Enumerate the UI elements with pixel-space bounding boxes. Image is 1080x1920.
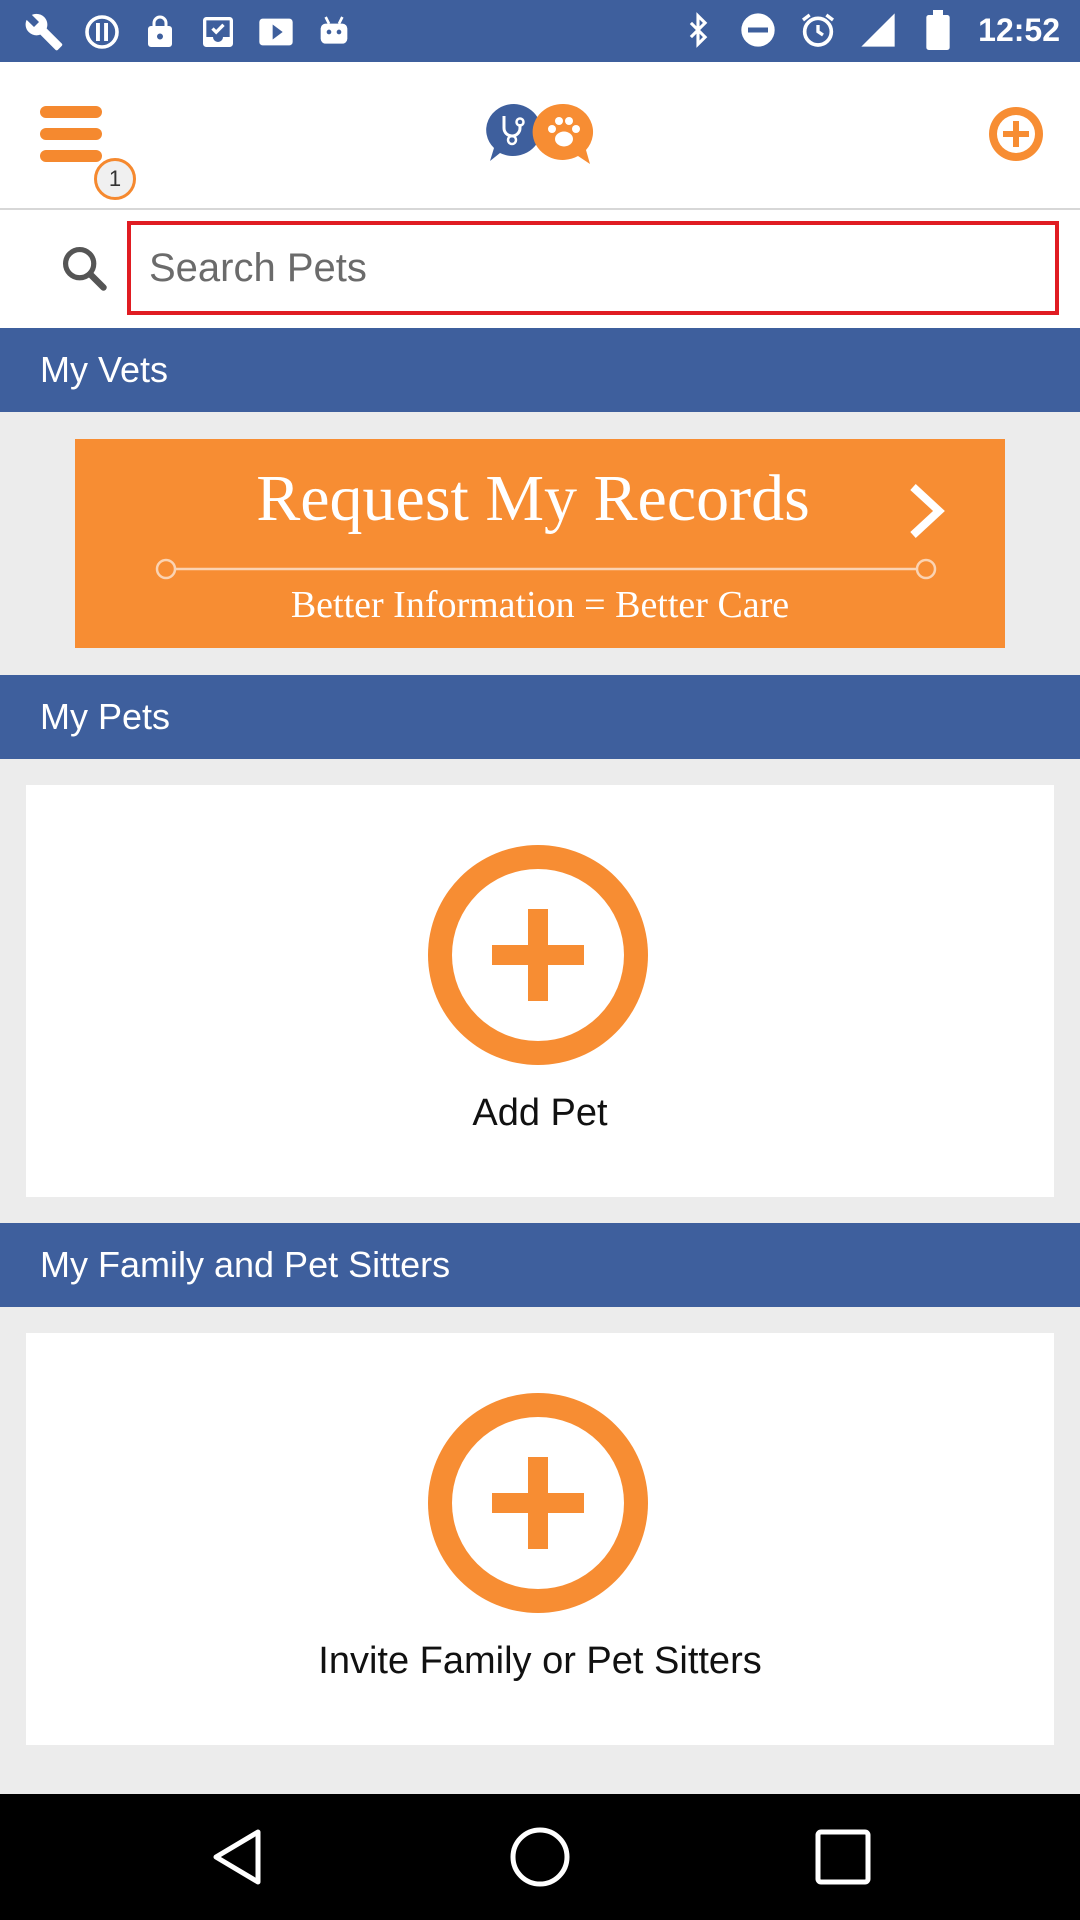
banner-title: Request My Records (256, 462, 810, 535)
system-nav-bar (0, 1794, 1080, 1920)
request-records-banner[interactable]: Request My Records Better Information = … (75, 439, 1005, 648)
chevron-right-icon (905, 481, 949, 541)
menu-bar (40, 106, 102, 118)
do-not-disturb-icon (738, 10, 778, 50)
plus-circle-icon (989, 107, 1043, 161)
add-pet-label: Add Pet (472, 1092, 608, 1134)
invite-family-card[interactable]: Invite Family or Pet Sitters (26, 1333, 1054, 1745)
notification-badge: 1 (94, 158, 136, 200)
wrench-icon (24, 12, 64, 52)
play-icon (256, 12, 296, 52)
menu-bar (40, 150, 102, 162)
status-right-icons: 12:52 (678, 10, 1060, 50)
status-time: 12:52 (978, 11, 1060, 48)
lock-icon (140, 12, 180, 52)
status-left-icons (24, 12, 354, 52)
section-header-my-pets: My Pets (0, 675, 1080, 759)
search-input[interactable] (127, 221, 1059, 315)
back-icon[interactable] (206, 1824, 272, 1890)
add-top-button[interactable] (986, 104, 1046, 164)
search-row (0, 210, 1080, 328)
section-header-my-vets: My Vets (0, 328, 1080, 412)
home-icon[interactable] (507, 1824, 573, 1890)
section-header-family-sitters: My Family and Pet Sitters (0, 1223, 1080, 1307)
status-bar: 12:52 (0, 0, 1080, 62)
invite-family-label: Invite Family or Pet Sitters (318, 1640, 762, 1682)
alarm-icon (798, 10, 838, 50)
inbox-check-icon (198, 12, 238, 52)
menu-bar (40, 128, 102, 140)
add-pet-card[interactable]: Add Pet (26, 785, 1054, 1197)
vet-pet-logo-icon (484, 102, 598, 172)
add-circle-icon (428, 1393, 648, 1613)
banner-subtitle: Better Information = Better Care (290, 584, 790, 626)
android-icon (314, 12, 354, 52)
menu-button[interactable] (40, 106, 106, 164)
search-icon (58, 242, 110, 294)
signal-icon (858, 10, 898, 50)
add-circle-icon (428, 845, 648, 1065)
app-bar: 1 (0, 62, 1080, 210)
recents-icon[interactable] (810, 1824, 876, 1890)
banner-divider (155, 558, 937, 580)
circle-notification-icon (82, 12, 122, 52)
battery-icon (918, 10, 958, 50)
bluetooth-icon (678, 10, 718, 50)
